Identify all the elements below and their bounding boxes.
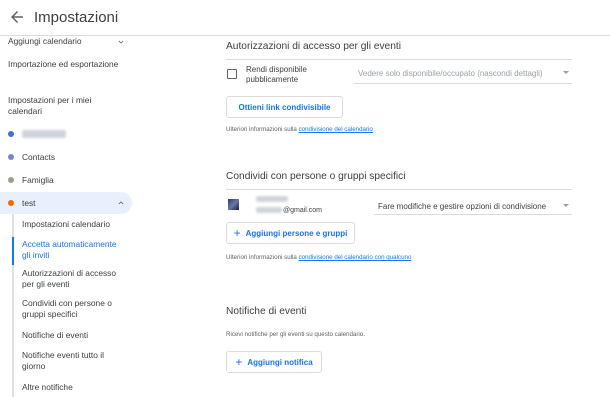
add-notification-button[interactable]: + Aggiungi notifica <box>226 351 322 373</box>
sidebar: Aggiungi calendario Importazione ed espo… <box>0 36 140 397</box>
sidebar-item-test-label: test <box>22 198 36 208</box>
calendar-color-dot <box>8 131 14 137</box>
add-people-button[interactable]: + Aggiungi persone e gruppi <box>226 222 355 244</box>
dropdown-arrow-icon <box>563 204 569 207</box>
chevron-down-icon[interactable] <box>116 37 126 47</box>
submenu-all-day-notifications[interactable]: Notifiche eventi tutto il giorno <box>22 350 118 372</box>
my-calendars-heading: Impostazioni per i miei calendari <box>8 95 92 116</box>
add-calendar-label: Aggiungi calendario <box>8 36 82 46</box>
submenu-active-indicator <box>12 237 14 265</box>
sharing-info-link[interactable]: condivisione del calendario <box>299 126 373 133</box>
import-export-item[interactable]: Importazione ed esportazione <box>8 59 140 70</box>
access-info-text: Ulteriori informazioni sulla condivision… <box>226 126 373 133</box>
sidebar-item-famiglia[interactable]: Famiglia <box>22 175 122 186</box>
blurred-calendar-name[interactable] <box>22 130 66 138</box>
submenu-auto-accept[interactable]: Accetta automaticamente gli inviti <box>22 239 122 261</box>
top-bar: Impostazioni <box>0 0 610 36</box>
divider <box>226 59 572 60</box>
visibility-select[interactable]: Vedere solo disponibile/occupato (nascon… <box>354 64 572 84</box>
access-info-prefix: Ulteriori informazioni sulla <box>226 126 299 133</box>
chevron-up-icon[interactable] <box>116 198 126 208</box>
notifications-description: Ricevi notifiche per gli eventi su quest… <box>226 331 365 338</box>
avatar <box>228 199 239 210</box>
divider <box>226 189 572 190</box>
add-notification-label: Aggiungi notifica <box>247 357 313 367</box>
submenu-event-notifications[interactable]: Notifiche di eventi <box>22 330 128 341</box>
public-checkbox-label: Rendi disponibile pubblicamente <box>246 65 307 84</box>
get-shareable-link-label: Ottieni link condivisibile <box>238 102 331 112</box>
submenu-other-notifications[interactable]: Altre notifiche <box>22 382 128 393</box>
share-info-prefix: Ulteriori informazioni sulla <box>226 254 299 261</box>
submenu-share-specific[interactable]: Condividi con persone o gruppi specifici <box>22 298 122 320</box>
permission-select-value: Fare modifiche e gestire opzioni di cond… <box>378 202 547 211</box>
blurred-person-name <box>256 196 288 202</box>
access-section-title: Autorizzazioni di accesso per gli eventi <box>226 41 401 52</box>
calendar-color-dot <box>8 200 14 206</box>
share-section-title: Condividi con persone o gruppi specifici <box>226 171 406 182</box>
blurred-email-prefix <box>256 207 282 213</box>
permission-select[interactable]: Fare modifiche e gestire opzioni di cond… <box>374 197 572 215</box>
share-with-someone-link[interactable]: condivisione del calendario con qualcuno <box>299 254 412 261</box>
submenu-calendar-settings[interactable]: Impostazioni calendario <box>22 219 128 230</box>
plus-icon: + <box>235 355 243 369</box>
visibility-select-value: Vedere solo disponibile/occupato (nascon… <box>358 69 543 78</box>
get-shareable-link-button[interactable]: Ottieni link condivisibile <box>226 96 343 118</box>
add-people-label: Aggiungi persone e gruppi <box>245 228 348 238</box>
notifications-section-title: Notifiche di eventi <box>226 306 307 317</box>
calendar-color-dot <box>8 154 14 160</box>
share-info-text: Ulteriori informazioni sulla condivision… <box>226 254 411 261</box>
calendar-color-dot <box>8 177 14 183</box>
import-export-label: Importazione ed esportazione <box>8 59 119 69</box>
back-arrow-icon[interactable] <box>8 8 26 26</box>
plus-icon: + <box>233 226 241 240</box>
submenu-access-permissions[interactable]: Autorizzazioni di accesso per gli eventi <box>22 268 122 290</box>
sidebar-item-contacts[interactable]: Contacts <box>22 152 122 163</box>
public-checkbox[interactable] <box>227 69 237 79</box>
person-email-suffix: @gmail.com <box>283 207 323 214</box>
page-title: Impostazioni <box>34 9 119 26</box>
dropdown-arrow-icon <box>563 71 569 74</box>
